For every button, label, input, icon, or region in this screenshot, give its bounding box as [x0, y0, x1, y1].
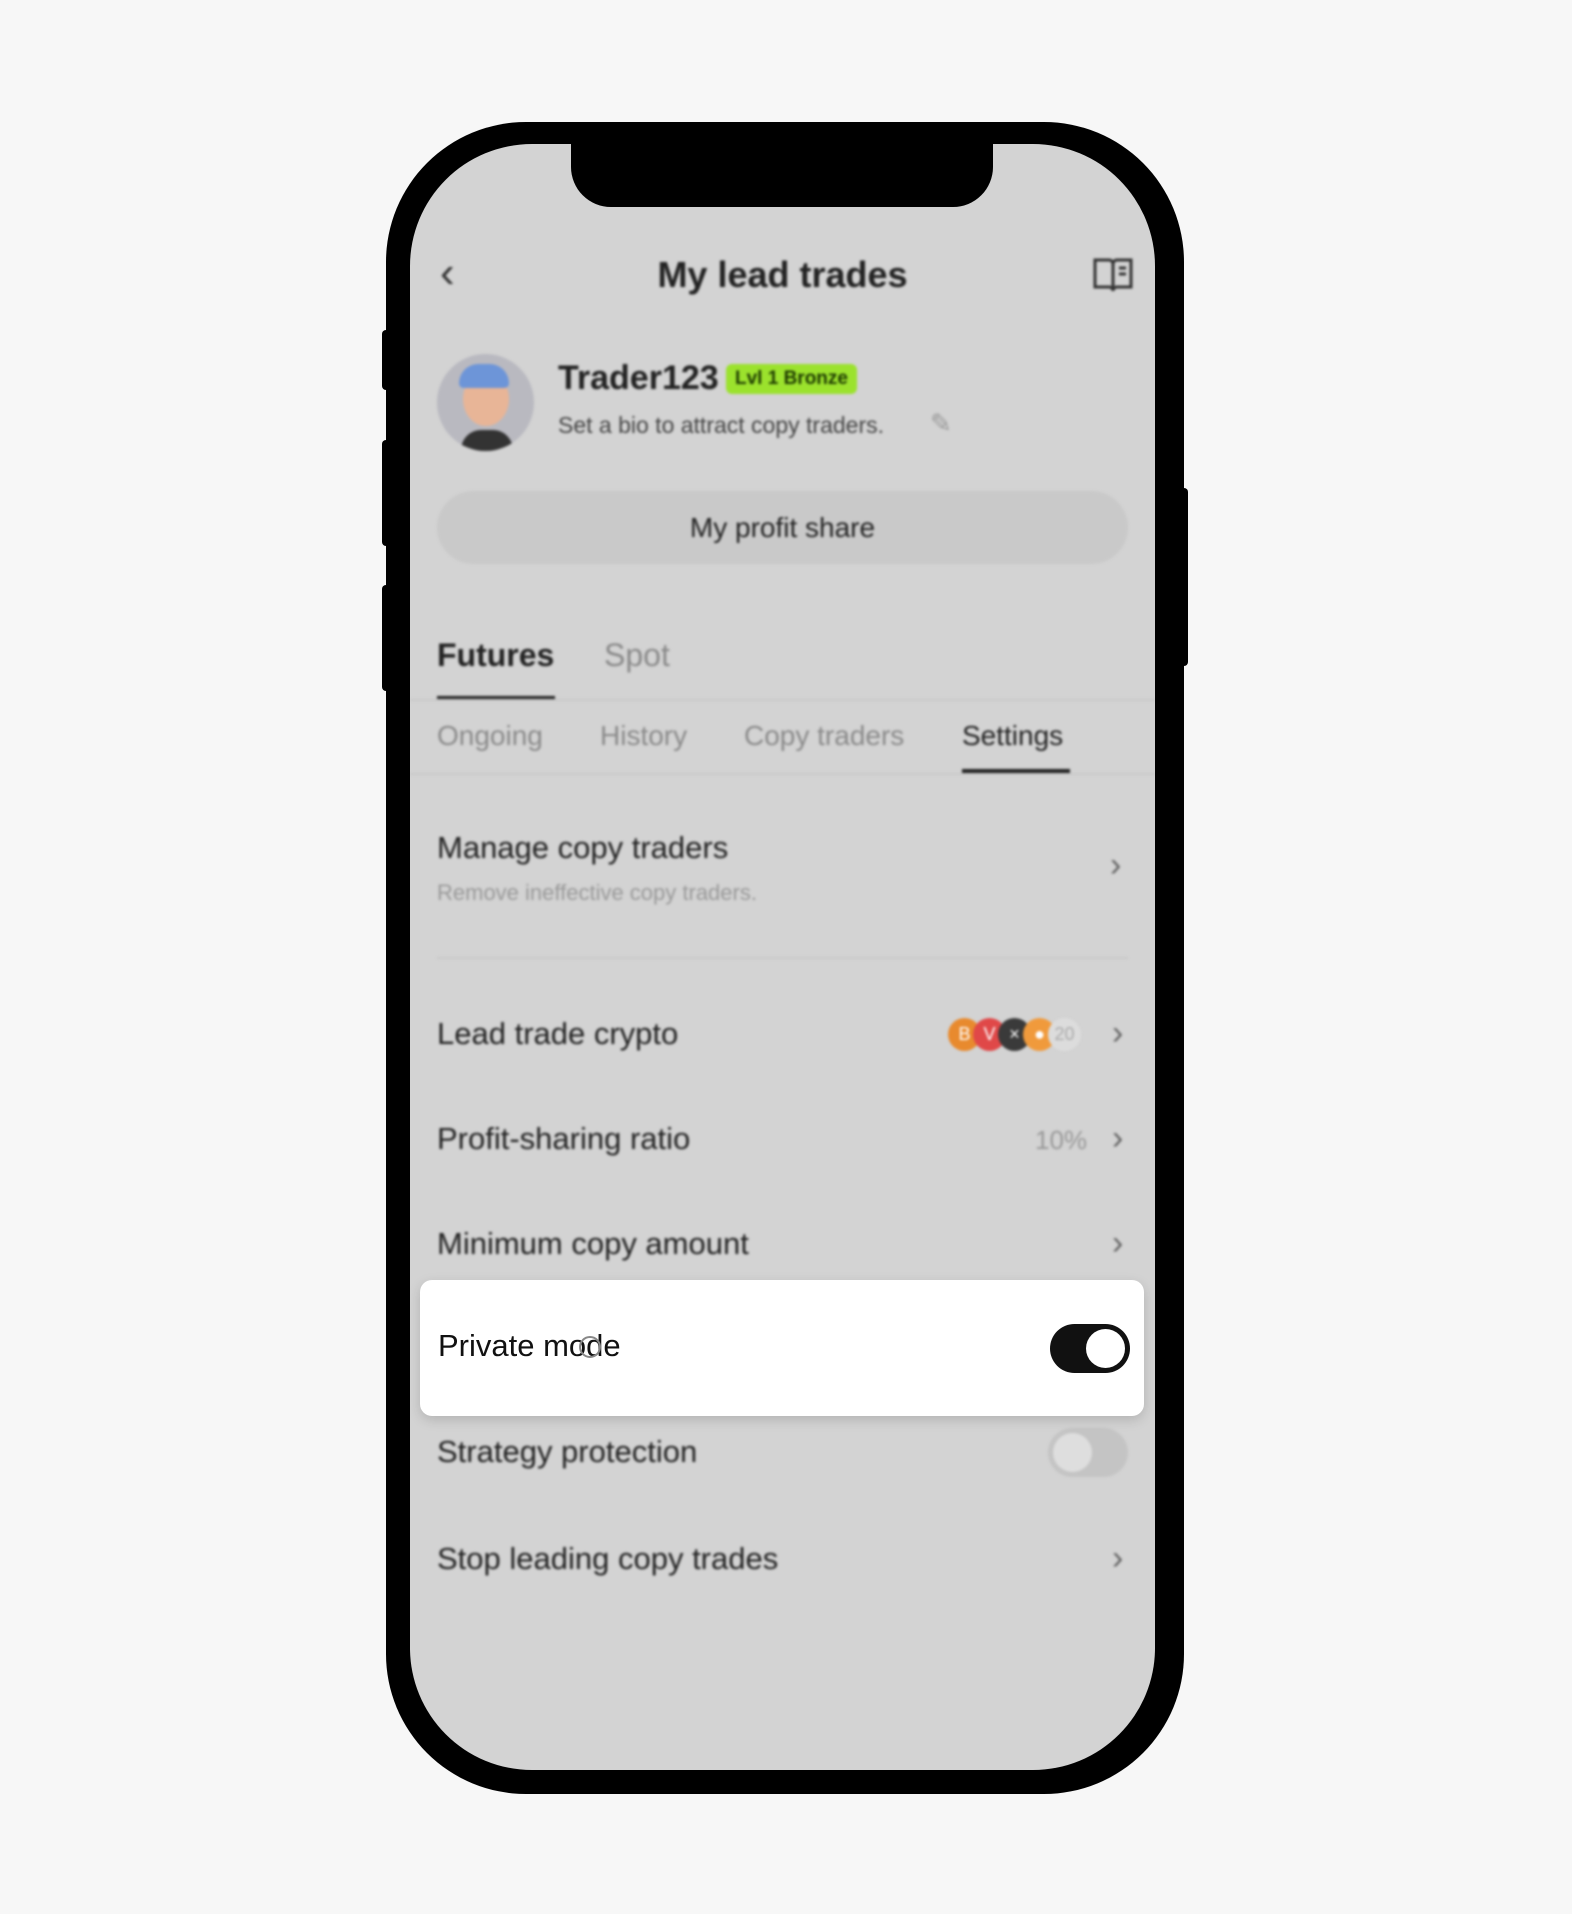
page-title: My lead trades [657, 254, 908, 295]
phone-screen: ‹ My lead trades Trader123 Lvl 1 Bronze … [410, 144, 1155, 1770]
book-icon[interactable] [1092, 256, 1134, 294]
profit-share-button[interactable]: My profit share [437, 491, 1128, 564]
minimum-copy-amount-label[interactable]: Minimum copy amount [437, 1226, 749, 1262]
bio-text: Set a bio to attract copy traders. [558, 412, 884, 438]
subtab-history[interactable]: History [600, 720, 687, 752]
divider [410, 699, 1155, 701]
edit-icon[interactable]: ✎ [930, 408, 952, 439]
level-badge: Lvl 1 Bronze [726, 364, 857, 394]
divider [437, 957, 1128, 959]
profit-sharing-ratio-value: 10% [1035, 1125, 1088, 1155]
chevron-right-icon[interactable]: › [1112, 1224, 1123, 1263]
subtab-copy-traders[interactable]: Copy traders [744, 720, 904, 752]
tap-indicator-icon [579, 1336, 601, 1358]
chevron-right-icon[interactable]: › [1112, 1539, 1123, 1578]
private-mode-row[interactable]: Private mode [420, 1280, 1144, 1416]
chevron-right-icon[interactable]: › [1110, 846, 1121, 885]
notch [571, 144, 993, 207]
chevron-right-icon[interactable]: › [1112, 1119, 1123, 1158]
strategy-protection-label[interactable]: Strategy protection [437, 1434, 697, 1470]
profit-sharing-ratio-label[interactable]: Profit-sharing ratio [437, 1121, 690, 1157]
stop-leading-label[interactable]: Stop leading copy trades [437, 1541, 778, 1577]
avatar[interactable] [437, 354, 534, 451]
more-count: 20 [1048, 1018, 1081, 1051]
strategy-protection-toggle[interactable] [1048, 1428, 1128, 1477]
chevron-right-icon[interactable]: › [1112, 1014, 1123, 1053]
subtab-settings[interactable]: Settings [962, 720, 1063, 752]
tab-spot[interactable]: Spot [604, 637, 670, 674]
lead-trade-crypto-label[interactable]: Lead trade crypto [437, 1016, 678, 1052]
divider [410, 773, 1155, 775]
manage-copy-traders-desc: Remove ineffective copy traders. [437, 880, 757, 905]
manage-copy-traders-label[interactable]: Manage copy traders [437, 830, 728, 866]
tab-futures[interactable]: Futures [437, 637, 554, 674]
crypto-icons[interactable]: B V × ● 20 [948, 1018, 1088, 1051]
username: Trader123 [558, 359, 719, 397]
private-mode-toggle[interactable] [1050, 1324, 1130, 1373]
subtab-ongoing[interactable]: Ongoing [437, 720, 543, 752]
